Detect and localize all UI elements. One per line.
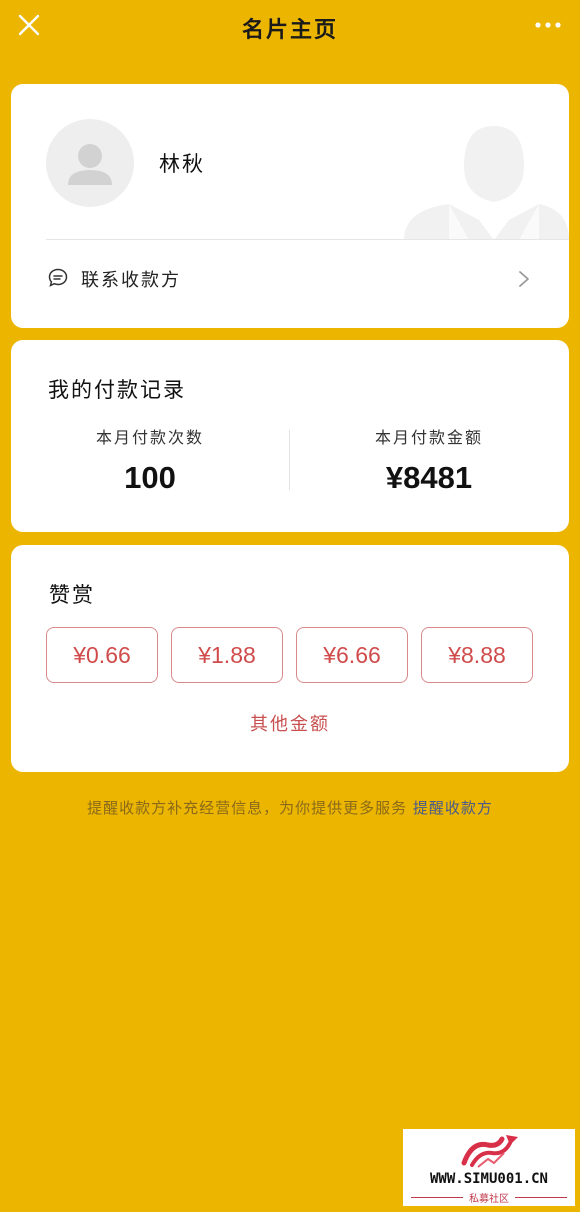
remind-payee-link[interactable]: 提醒收款方 bbox=[413, 799, 493, 817]
monthly-count-label: 本月付款次数 bbox=[95, 428, 204, 447]
avatar[interactable] bbox=[46, 119, 134, 207]
more-dots-icon[interactable] bbox=[530, 12, 566, 38]
user-name: 林秋 bbox=[159, 152, 205, 176]
monthly-count-value: 100 bbox=[124, 460, 176, 495]
user-silhouette-icon bbox=[68, 144, 112, 185]
divider bbox=[515, 1197, 567, 1198]
hint-text: 提醒收款方补充经营信息，为你提供更多服务 bbox=[87, 799, 408, 817]
site-logo-icon bbox=[458, 1131, 522, 1171]
monthly-count-stat: 本月付款次数 100 bbox=[11, 424, 289, 496]
person-watermark-icon bbox=[394, 124, 569, 240]
tip-option-button[interactable]: ¥0.66 bbox=[46, 627, 158, 683]
monthly-amount-stat: 本月付款金额 ¥8481 bbox=[290, 424, 568, 496]
monthly-amount-label: 本月付款金额 bbox=[374, 428, 483, 447]
payment-records-card: 我的付款记录 本月付款次数 100 本月付款金额 ¥8481 bbox=[11, 340, 569, 532]
chat-bubble-icon bbox=[47, 267, 69, 289]
monthly-amount-value: ¥8481 bbox=[385, 460, 473, 495]
hint-text-row: 提醒收款方补充经营信息，为你提供更多服务 提醒收款方 bbox=[0, 797, 580, 818]
site-url: WWW.SIMU001.CN bbox=[429, 1171, 548, 1187]
top-bar: 名片主页 bbox=[0, 0, 580, 56]
site-watermark: WWW.SIMU001.CN 私募社区 bbox=[403, 1129, 575, 1206]
tip-option-button[interactable]: ¥1.88 bbox=[171, 627, 283, 683]
contact-payee-label: 联系收款方 bbox=[81, 270, 181, 291]
page-title: 名片主页 bbox=[241, 18, 338, 43]
profile-card: 林秋 联系收款方 bbox=[11, 84, 569, 328]
tip-title: 赞赏 bbox=[49, 583, 95, 607]
tip-card: 赞赏 ¥0.66 ¥1.88 ¥6.66 ¥8.88 其他金额 bbox=[11, 545, 569, 772]
records-title: 我的付款记录 bbox=[48, 378, 186, 402]
tip-option-button[interactable]: ¥6.66 bbox=[296, 627, 408, 683]
contact-payee-row[interactable]: 联系收款方 bbox=[11, 240, 569, 328]
tip-option-button[interactable]: ¥8.88 bbox=[421, 627, 533, 683]
other-amount-link[interactable]: 其他金额 bbox=[11, 710, 569, 736]
chevron-right-icon bbox=[517, 269, 531, 289]
